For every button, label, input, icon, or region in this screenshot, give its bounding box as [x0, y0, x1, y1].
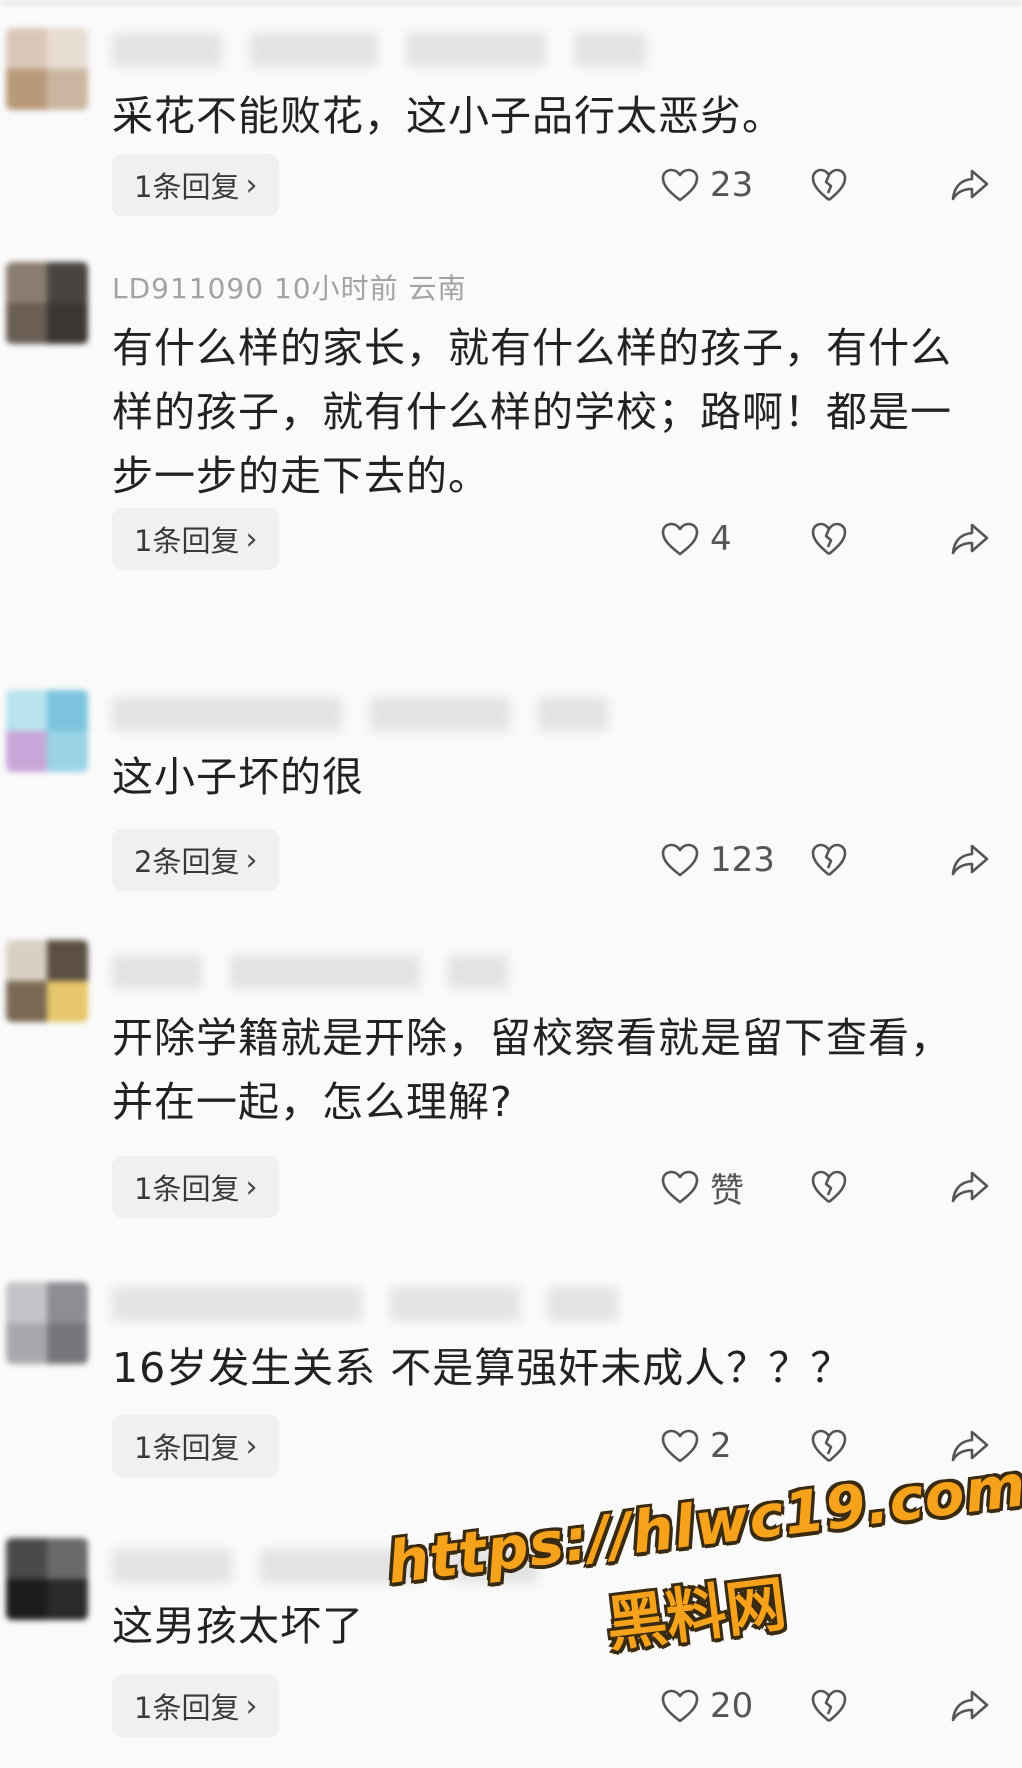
- broken-heart-icon: [810, 842, 848, 878]
- comment-meta-blurred: [112, 1284, 618, 1324]
- view-replies-button[interactable]: 1条回复 ›: [112, 1415, 280, 1477]
- broken-heart-icon: [810, 1169, 848, 1205]
- broken-heart-icon: [810, 167, 848, 203]
- reply-count-label: 1条回复: [134, 170, 240, 204]
- like-button[interactable]: 20: [660, 1686, 810, 1726]
- comment-meta: LD911090 10小时前 云南: [112, 267, 466, 307]
- chevron-right-icon: ›: [245, 521, 258, 557]
- view-replies-button[interactable]: 1条回复 ›: [112, 1156, 280, 1218]
- like-count: 4: [710, 519, 732, 559]
- comment-meta-blurred: [112, 694, 608, 734]
- comment-text: 有什么样的家长，就有什么样的孩子，有什么样的孩子，就有什么样的学校；路啊！都是一…: [112, 324, 952, 500]
- reply-count-label: 1条回复: [134, 1691, 240, 1725]
- chevron-right-icon: ›: [245, 1688, 258, 1724]
- like-count: 123: [710, 840, 775, 880]
- like-count: 23: [710, 165, 754, 205]
- chevron-right-icon: ›: [245, 1169, 258, 1205]
- share-arrow-icon: [950, 167, 990, 203]
- like-button[interactable]: 23: [660, 165, 810, 205]
- like-button[interactable]: 123: [660, 840, 810, 880]
- share-button[interactable]: [950, 1428, 990, 1464]
- share-arrow-icon: [950, 521, 990, 557]
- share-button[interactable]: [950, 521, 990, 557]
- view-replies-button[interactable]: 1条回复 ›: [112, 1675, 280, 1737]
- comment-text: 这小子坏的很: [112, 753, 364, 801]
- heart-outline-icon: [660, 842, 700, 878]
- like-button[interactable]: 4: [660, 519, 810, 559]
- dislike-button[interactable]: [810, 1688, 950, 1724]
- share-arrow-icon: [950, 842, 990, 878]
- comment-meta-blurred: [112, 30, 646, 70]
- share-arrow-icon: [950, 1428, 990, 1464]
- comment-text: 开除学籍就是开除，留校察看就是留下查看，并在一起，怎么理解?: [112, 1014, 952, 1126]
- reply-count-label: 1条回复: [134, 524, 240, 558]
- view-replies-button[interactable]: 1条回复 ›: [112, 154, 280, 216]
- heart-outline-icon: [660, 1688, 700, 1724]
- comment-text: 16岁发生关系 不是算强奸未成人？？？: [112, 1344, 853, 1392]
- share-arrow-icon: [950, 1688, 990, 1724]
- dislike-button[interactable]: [810, 521, 950, 557]
- comment-text: 采花不能败花，这小子品行太恶劣。: [112, 92, 784, 140]
- avatar[interactable]: [6, 28, 88, 110]
- comment-actions: 2: [660, 1415, 990, 1477]
- share-arrow-icon: [950, 1169, 990, 1205]
- dislike-button[interactable]: [810, 842, 950, 878]
- chevron-right-icon: ›: [245, 842, 258, 878]
- avatar[interactable]: [6, 262, 88, 344]
- broken-heart-icon: [810, 1428, 848, 1464]
- broken-heart-icon: [810, 521, 848, 557]
- avatar[interactable]: [6, 1538, 88, 1620]
- heart-outline-icon: [660, 167, 700, 203]
- comment-actions: 20: [660, 1675, 990, 1737]
- avatar[interactable]: [6, 1282, 88, 1364]
- comment-meta-text: LD911090 10小时前 云南: [112, 272, 467, 305]
- dislike-button[interactable]: [810, 1428, 950, 1464]
- view-replies-button[interactable]: 2条回复 ›: [112, 829, 280, 891]
- share-button[interactable]: [950, 1169, 990, 1205]
- heart-outline-icon: [660, 521, 700, 557]
- like-count: 2: [710, 1426, 732, 1466]
- share-button[interactable]: [950, 1688, 990, 1724]
- comment-actions: 123: [660, 829, 990, 891]
- reply-count-label: 1条回复: [134, 1172, 240, 1206]
- comment-text: 这男孩太坏了: [112, 1602, 364, 1650]
- avatar[interactable]: [6, 690, 88, 772]
- chevron-right-icon: ›: [245, 1428, 258, 1464]
- view-replies-button[interactable]: 1条回复 ›: [112, 508, 280, 570]
- avatar[interactable]: [6, 940, 88, 1022]
- comment-meta-blurred: [112, 952, 508, 992]
- like-count: 赞: [710, 1170, 744, 1211]
- dislike-button[interactable]: [810, 1169, 950, 1205]
- like-count: 20: [710, 1686, 754, 1726]
- like-button[interactable]: 2: [660, 1426, 810, 1466]
- like-button[interactable]: 赞: [660, 1163, 810, 1212]
- reply-count-label: 1条回复: [134, 1431, 240, 1465]
- chevron-right-icon: ›: [245, 167, 258, 203]
- comment-feed: 采花不能败花，这小子品行太恶劣。 1条回复 › 23 LD911090 10小时…: [0, 0, 1022, 1748]
- comment-meta-blurred: [112, 1546, 538, 1586]
- comment-actions: 4: [660, 508, 990, 570]
- heart-outline-icon: [660, 1428, 700, 1464]
- dislike-button[interactable]: [810, 167, 950, 203]
- reply-count-label: 2条回复: [134, 845, 240, 879]
- heart-outline-icon: [660, 1169, 700, 1205]
- comment-actions: 23: [660, 154, 990, 216]
- share-button[interactable]: [950, 167, 990, 203]
- share-button[interactable]: [950, 842, 990, 878]
- comment-actions: 赞: [660, 1156, 990, 1218]
- broken-heart-icon: [810, 1688, 848, 1724]
